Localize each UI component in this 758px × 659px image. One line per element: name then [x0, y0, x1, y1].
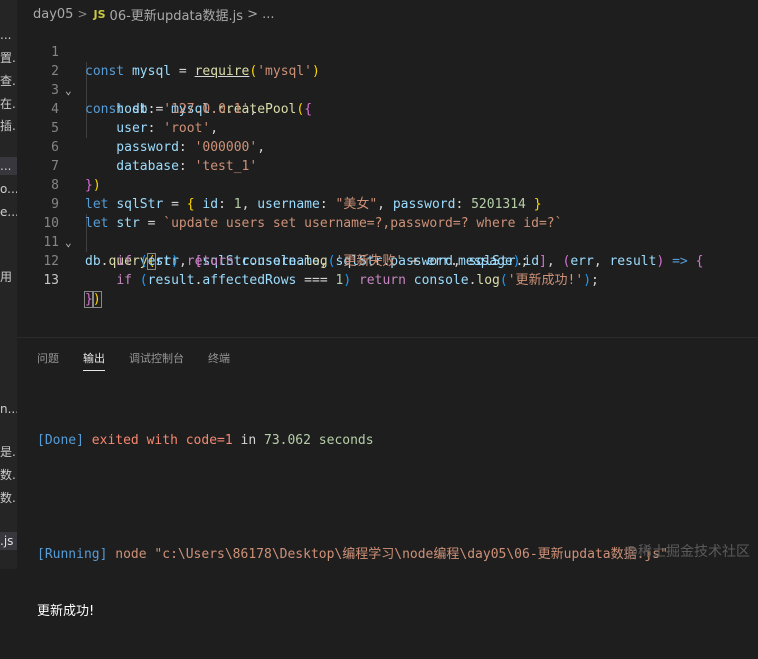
code-line[interactable]: 9 let str = `update users set username=?… [17, 176, 758, 231]
tab-terminal[interactable]: 终端 [208, 350, 230, 371]
sidebar-item[interactable]: e... [0, 203, 17, 221]
breadcrumb-tail[interactable]: > ... [247, 7, 274, 22]
code-line[interactable]: 10 ⌄ db.query(str, [sqlStr.username, sql… [17, 195, 758, 270]
sidebar-item[interactable]: 是... [0, 443, 17, 461]
code-line[interactable]: 7 }) [17, 138, 758, 193]
code-line[interactable]: 11 if (err) return console.log('更新失败' + … [17, 214, 758, 269]
sidebar-item[interactable]: 查... [0, 72, 17, 90]
chevron-right-icon: > [77, 7, 88, 21]
sidebar-item[interactable]: ... [0, 26, 17, 44]
sidebar-item[interactable]: 置... [0, 49, 17, 67]
sidebar-item[interactable]: 在... [0, 95, 17, 113]
sidebar-item[interactable]: ... [0, 157, 17, 175]
code-line[interactable]: 2 ⌄ const db = mysql.createPool({ [17, 43, 758, 117]
breadcrumb: day05 > JS 06-更新updata数据.js > ... [33, 4, 275, 24]
javascript-file-icon: JS [93, 7, 106, 21]
watermark: @稀土掘金技术社区 [624, 544, 750, 560]
tab-output[interactable]: 输出 [83, 350, 105, 371]
breadcrumb-file[interactable]: 06-更新updata数据.js [110, 5, 244, 24]
code-editor[interactable]: day05 > JS 06-更新updata数据.js > ... 1 cons… [17, 0, 758, 322]
sidebar-item[interactable]: 数... [0, 489, 17, 507]
bottom-panel: 问题 输出 调试控制台 终端 [Done] exited with code=1… [17, 337, 758, 619]
code-line[interactable]: 5 password: '000000', [17, 100, 758, 155]
sidebar-item[interactable]: .js [0, 532, 17, 550]
code-line[interactable]: 8 let sqlStr = { id: 1, username: "美女", … [17, 157, 758, 212]
sidebar-item[interactable]: n... [0, 400, 17, 418]
breadcrumb-folder[interactable]: day05 [33, 7, 73, 22]
panel-tabs: 问题 输出 调试控制台 终端 [37, 350, 254, 371]
code-line[interactable]: 3 host: '127.0.0.1', [17, 62, 758, 117]
output-line-running: [Running] node "c:\Users\86178\Desktop\编… [37, 547, 668, 562]
text-cursor [100, 292, 102, 307]
output-line-result: 更新成功! [37, 604, 95, 619]
code-lines[interactable]: 1 const mysql = require('mysql') 2 ⌄ con… [17, 24, 758, 308]
code-line[interactable]: 12 if (result.affectedRows === 1) return… [17, 233, 758, 288]
code-line[interactable]: 1 const mysql = require('mysql') [17, 24, 758, 79]
sidebar-item[interactable]: 数... [0, 466, 17, 484]
code-line[interactable]: 4 user: 'root', [17, 81, 758, 136]
sidebar-item[interactable]: 用 [0, 268, 17, 286]
sidebar-item[interactable]: 插... [0, 117, 17, 135]
code-line[interactable]: 6 database: 'test_1' [17, 119, 758, 174]
tab-debug-console[interactable]: 调试控制台 [129, 350, 184, 371]
tab-problems[interactable]: 问题 [37, 350, 59, 371]
sidebar-item[interactable]: o... [0, 180, 17, 198]
output-line-done: [Done] exited with code=1 in 73.062 seco… [37, 433, 374, 448]
explorer-sidebar: ... 置... 查... 在... 插... ... o... e... 用 … [0, 0, 17, 569]
code-line[interactable]: 13 }) [17, 252, 758, 308]
line-number: 13 [43, 273, 59, 288]
output-log[interactable]: [Done] exited with code=1 in 73.062 seco… [37, 393, 668, 659]
